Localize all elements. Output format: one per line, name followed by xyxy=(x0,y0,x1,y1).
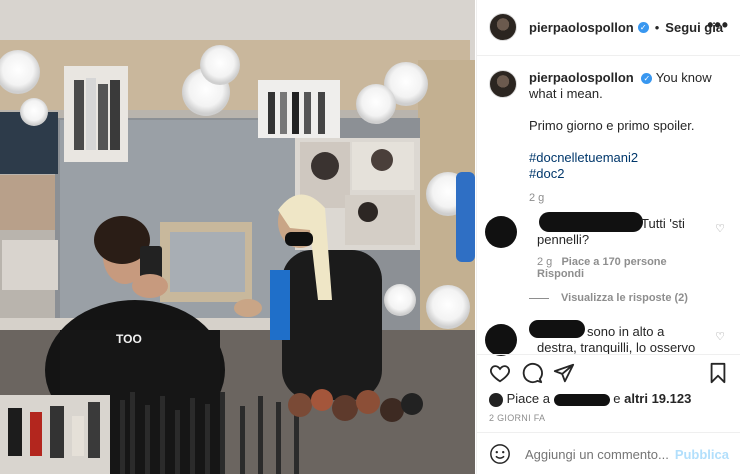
comment-time[interactable]: 2 g xyxy=(537,256,552,268)
likes-others[interactable]: altri 19.123 xyxy=(624,391,691,406)
comment-text: Tutti 'sti pennelli? xyxy=(537,216,685,247)
post-photo[interactable]: MI ALE ... MARE... 'MANO TOO xyxy=(0,0,475,474)
post-header: pierpaolospollon ✓ • Segui già ••• xyxy=(489,13,729,41)
comment-likes[interactable]: Piace a 170 persone xyxy=(561,256,666,268)
reply-button[interactable]: Rispondi xyxy=(537,268,584,280)
separator-dot: • xyxy=(654,19,660,35)
caption-username[interactable]: pierpaolospollon xyxy=(529,70,634,85)
action-bar xyxy=(489,362,729,386)
cape-text: TOO xyxy=(116,332,142,346)
publish-button[interactable]: Pubblica xyxy=(675,447,729,462)
verified-badge-icon: ✓ xyxy=(637,21,649,33)
liker-avatar[interactable] xyxy=(489,392,503,407)
more-options-icon[interactable]: ••• xyxy=(707,15,729,36)
comment-meta: 2 g Piace a 170 persone Rispondi xyxy=(537,256,667,280)
divider xyxy=(477,55,740,56)
caption-line-2: Primo giorno e primo spoiler. xyxy=(529,118,695,133)
caption: pierpaolospollon ✓ You know what i mean.… xyxy=(489,70,729,206)
caption-text: pierpaolospollon ✓ You know what i mean.… xyxy=(529,70,729,206)
hashtag-link[interactable]: #docnelletuemani2 xyxy=(529,150,729,166)
caption-avatar[interactable] xyxy=(489,70,517,98)
caption-time[interactable]: 2 g xyxy=(529,190,729,206)
likes-prefix: Piace a xyxy=(506,391,550,406)
divider xyxy=(477,354,740,355)
author-username[interactable]: pierpaolospollon xyxy=(529,20,634,35)
hashtag-link[interactable]: #doc2 xyxy=(529,166,729,182)
view-replies-button[interactable]: Visualizza le risposte (2) xyxy=(529,292,688,304)
instagram-post: MI ALE ... MARE... 'MANO TOO xyxy=(0,0,740,474)
verified-badge-icon: ✓ xyxy=(641,73,653,85)
author-avatar[interactable] xyxy=(489,13,517,41)
divider xyxy=(477,432,740,433)
save-bookmark-icon[interactable] xyxy=(707,362,729,384)
comment-input[interactable] xyxy=(523,445,677,463)
likes-and: e xyxy=(613,391,621,406)
emoji-icon[interactable] xyxy=(489,443,511,465)
share-icon[interactable] xyxy=(553,362,575,384)
post-date[interactable]: 2 GIORNI FA xyxy=(489,413,545,423)
likes-summary: Piace a e altri 19.123 xyxy=(489,391,691,407)
comment-icon[interactable] xyxy=(521,362,543,384)
add-comment-bar: Pubblica xyxy=(489,440,729,468)
dressing-room-mirror-selfie: MI ALE ... MARE... 'MANO TOO xyxy=(0,0,475,474)
post-sidebar: pierpaolospollon ✓ • Segui già ••• pierp… xyxy=(476,0,740,474)
redacted-liker xyxy=(553,393,610,406)
like-comment-heart-icon[interactable]: ♡ xyxy=(715,330,725,343)
comment-text: sono in alto a destra, tranquilli, lo os… xyxy=(537,324,696,355)
view-replies-label: Visualizza le risposte (2) xyxy=(561,292,688,304)
commenter-avatar-redacted[interactable] xyxy=(485,216,517,248)
heart-icon[interactable] xyxy=(489,362,511,384)
like-comment-heart-icon[interactable]: ♡ xyxy=(715,222,725,235)
commenter-avatar-redacted[interactable] xyxy=(485,324,517,356)
replies-line xyxy=(529,297,549,299)
